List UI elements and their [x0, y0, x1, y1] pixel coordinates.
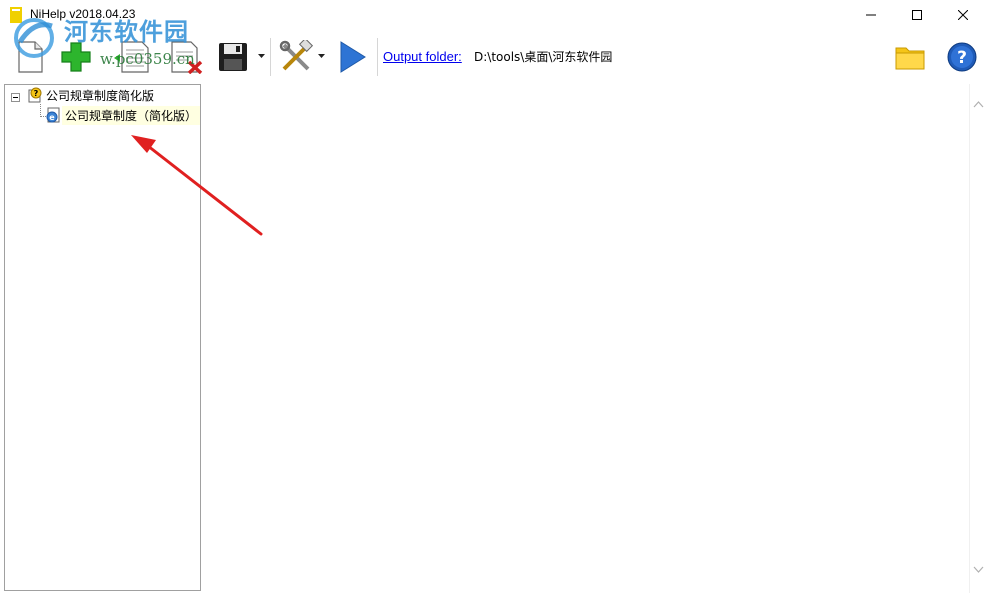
scroll-down-icon[interactable] [973, 566, 984, 574]
minimize-button[interactable] [848, 0, 894, 30]
content-pane[interactable] [206, 84, 986, 593]
folder-icon [895, 47, 925, 70]
floppy-disk-icon [219, 43, 247, 71]
topic-tree[interactable]: ? 公司规章制度简化版 e 公司规章制度（简化版） [4, 84, 201, 591]
edit-topic-button[interactable] [113, 38, 153, 76]
close-icon [958, 10, 968, 20]
close-button[interactable] [940, 0, 986, 30]
delete-topic-button[interactable] [166, 38, 206, 76]
vertical-scrollbar[interactable] [969, 84, 986, 593]
new-project-button[interactable] [12, 38, 48, 76]
add-topic-button[interactable] [58, 38, 94, 76]
scroll-up-icon[interactable] [973, 100, 984, 108]
document-edit-icon [114, 41, 149, 73]
svg-text:?: ? [34, 89, 39, 98]
tools-dropdown-arrow-icon[interactable] [318, 54, 325, 60]
help-button[interactable]: ? [944, 38, 980, 76]
maximize-icon [912, 10, 922, 20]
save-button[interactable] [214, 38, 252, 76]
browse-folder-button[interactable] [892, 38, 928, 76]
tree-node-root[interactable]: ? 公司规章制度简化版 [27, 86, 154, 104]
tree-node-child-label: 公司规章制度（简化版） [62, 105, 201, 125]
minimize-icon [866, 14, 876, 16]
help-icon: ? [947, 42, 977, 72]
tools-icon [279, 40, 313, 71]
new-document-icon [18, 41, 43, 73]
window-title: NiHelp v2018.04.23 [30, 7, 136, 21]
help-project-icon: ? [28, 87, 42, 103]
tree-node-root-label: 公司规章制度简化版 [46, 88, 155, 103]
output-folder-field[interactable]: D:\tools\桌面\河东软件园 [471, 44, 884, 70]
save-dropdown-arrow-icon[interactable] [258, 54, 265, 60]
toolbar-separator [377, 38, 378, 76]
svg-text:?: ? [957, 48, 967, 68]
collapse-toggle[interactable] [11, 93, 20, 102]
svg-text:e: e [49, 113, 55, 122]
html-page-icon: e [46, 107, 60, 123]
toolbar-separator [270, 38, 271, 76]
output-folder-link[interactable]: Output folder: [383, 49, 462, 64]
tools-button[interactable] [277, 38, 315, 76]
toolbar: Output folder: D:\tools\桌面\河东软件园 ? [0, 32, 986, 82]
app-icon [10, 7, 22, 23]
compile-button[interactable] [334, 38, 370, 76]
green-plus-icon [61, 42, 91, 72]
play-icon [340, 41, 366, 73]
tree-node-child[interactable]: e 公司规章制度（简化版） [45, 105, 201, 125]
title-bar: NiHelp v2018.04.23 [0, 0, 986, 30]
maximize-button[interactable] [894, 0, 940, 30]
document-delete-icon [171, 41, 203, 74]
